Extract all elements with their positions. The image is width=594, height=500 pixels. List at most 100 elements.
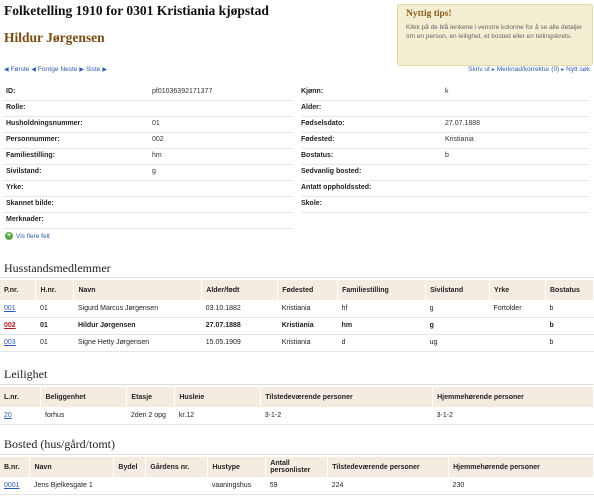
apartment-column-header: L.nr.	[0, 387, 42, 407]
print-link[interactable]: Skriv ut	[468, 66, 490, 73]
page-title: Folketelling 1910 for 0301 Kristiania kj…	[4, 3, 269, 18]
field-label: Fødselsdato:	[301, 120, 345, 127]
field-label: Fødested:	[301, 136, 335, 143]
household-table-cell: Sigurd Marcus Jørgensen	[73, 300, 202, 318]
residence-column-header: Hjemmehørende personer	[448, 457, 594, 477]
household-column-header: Sivilstand	[425, 280, 491, 300]
residence-table-cell: 224	[327, 477, 449, 495]
field-left-3: Personnummer: 002	[0, 133, 297, 149]
household-row-number-cell: 003	[0, 334, 36, 352]
residence-column-header: Hustype	[207, 457, 267, 477]
show-more-fields-link[interactable]: + Vis flere felt	[5, 232, 50, 240]
field-label: Rolle:	[6, 104, 26, 111]
field-left-7: Skannet bilde:	[0, 197, 297, 213]
household-row-number-cell: 001	[0, 300, 36, 318]
household-table-cell: Kristiania	[277, 334, 338, 352]
field-value: k	[445, 88, 449, 95]
field-left-5: Sivilstand: g	[0, 165, 297, 181]
field-label: Sivilstand:	[6, 168, 42, 175]
apartment-table-cell: 3-1-2	[260, 407, 433, 425]
field-label: Bostatus:	[301, 152, 334, 159]
residence-column-header: Navn	[29, 457, 115, 477]
field-right-7: Skole:	[297, 197, 594, 213]
apartment-table-cell: forhus	[40, 407, 127, 425]
household-table-cell: 15.05.1909	[201, 334, 278, 352]
apartment-number-link[interactable]: 20	[4, 412, 12, 419]
household-table-cell: g	[425, 300, 490, 318]
field-value: 002	[152, 136, 164, 143]
comment-link[interactable]: Merknad/korrektur (0)	[497, 66, 560, 73]
apartment-column-header: Beliggenhet	[40, 387, 128, 407]
field-right-6: Antatt oppholdssted:	[297, 181, 594, 197]
residence-table: B.nr. Navn Bydel Gårdens nr. Hustype Antall p…	[0, 457, 594, 495]
household-column-header: H.nr.	[35, 280, 75, 300]
field-divider	[4, 228, 292, 229]
new-search-link[interactable]: Nytt søk	[566, 66, 590, 73]
field-value: pf01036392171377	[152, 88, 213, 95]
household-table-cell: b	[545, 317, 594, 335]
apartment-table-row: 20 forhus 2den 2 opg kr.12 3-1-2 3-1-2	[0, 407, 594, 425]
household-table-cell: Fortolder	[489, 300, 546, 318]
field-value: 01	[152, 120, 160, 127]
arrow-left-icon: ◀	[31, 67, 36, 73]
household-column-header: Bostatus	[545, 280, 594, 300]
last-link[interactable]: Siste	[86, 66, 100, 73]
apartment-row-number-cell: 20	[0, 407, 41, 425]
household-table-cell: Kristiania	[277, 317, 338, 335]
field-right-1: Alder:	[297, 101, 594, 117]
record-navigation: ◀ Første ◀ Forrige Neste ▶ Siste ▶ Skriv…	[4, 66, 590, 76]
household-table-cell: b	[545, 300, 594, 318]
field-left-4: Familiestilling: hm	[0, 149, 297, 165]
household-table-row: 002 01 Hildur Jørgensen 27.07.1888 Kristiani…	[0, 317, 594, 335]
residence-table-cell	[113, 477, 146, 495]
next-link[interactable]: Neste	[60, 66, 77, 73]
plus-icon: +	[5, 232, 13, 240]
pager: ◀ Første ◀ Forrige Neste ▶ Siste ▶	[4, 66, 107, 73]
previous-link[interactable]: Forrige	[38, 66, 59, 73]
arrow-left-icon: ◀	[4, 67, 9, 73]
person-number-link[interactable]: 001	[4, 305, 16, 312]
household-table-cell: 01	[35, 334, 74, 352]
field-label: Skole:	[301, 200, 323, 207]
field-right-5: Sedvanlig bosted:	[297, 165, 594, 181]
section-divider	[0, 454, 594, 455]
household-column-header: Navn	[73, 280, 203, 300]
residence-column-header: Antall personlister	[265, 457, 329, 477]
field-value: Kristiania	[445, 136, 474, 143]
household-column-header: Fødested	[277, 280, 339, 300]
field-left-6: Yrke:	[0, 181, 297, 197]
household-table: P.nr. H.nr. Navn Alder/født Fødested Families…	[0, 280, 594, 352]
field-label: ID:	[6, 88, 16, 95]
residence-table-cell: Jens Bjelkesgate 1	[29, 477, 114, 495]
actions: Skriv ut ▸ Merknad/korrektur (0) ▸ Nytt …	[468, 66, 590, 73]
residence-table-cell: 230	[448, 477, 594, 495]
household-column-header: Alder/født	[201, 280, 279, 300]
residence-number-link[interactable]: 0001	[4, 482, 20, 489]
field-left-8: Merknader:	[0, 213, 297, 229]
apartment-table-cell: kr.12	[174, 407, 261, 425]
field-label: Husholdningsnummer:	[6, 120, 83, 127]
apartment-heading: Leilighet	[4, 367, 48, 381]
household-column-header: P.nr.	[0, 280, 37, 300]
field-label: Yrke:	[6, 184, 24, 191]
household-table-cell: 01	[35, 317, 74, 335]
field-label: Skannet bilde:	[6, 200, 54, 207]
person-number-link[interactable]: 002	[4, 322, 16, 329]
household-table-cell: hm	[337, 317, 426, 335]
household-row-number-cell: 002	[0, 317, 36, 335]
person-number-link[interactable]: 003	[4, 339, 16, 346]
show-more-label: Vis flere felt	[16, 232, 50, 240]
residence-column-header: Tilstedeværende personer	[327, 457, 450, 477]
household-table-row: 003 01 Signe Hetty Jørgensen 15.05.1909 Kris…	[0, 334, 594, 352]
first-link[interactable]: Første	[11, 66, 30, 73]
household-table-cell: hf	[337, 300, 426, 318]
household-table-cell: Hildur Jørgensen	[73, 317, 202, 335]
field-left-2: Husholdningsnummer: 01	[0, 117, 297, 133]
residence-table-cell	[145, 477, 208, 495]
arrow-right-icon: ▶	[102, 67, 107, 73]
household-table-cell: ug	[425, 334, 490, 352]
residence-table-row: 0001 Jens Bjelkesgate 1 vaaningshus 59 224 23…	[0, 477, 594, 495]
field-label: Merknader:	[6, 216, 44, 223]
field-divider	[301, 212, 589, 213]
field-label: Personnummer:	[6, 136, 60, 143]
